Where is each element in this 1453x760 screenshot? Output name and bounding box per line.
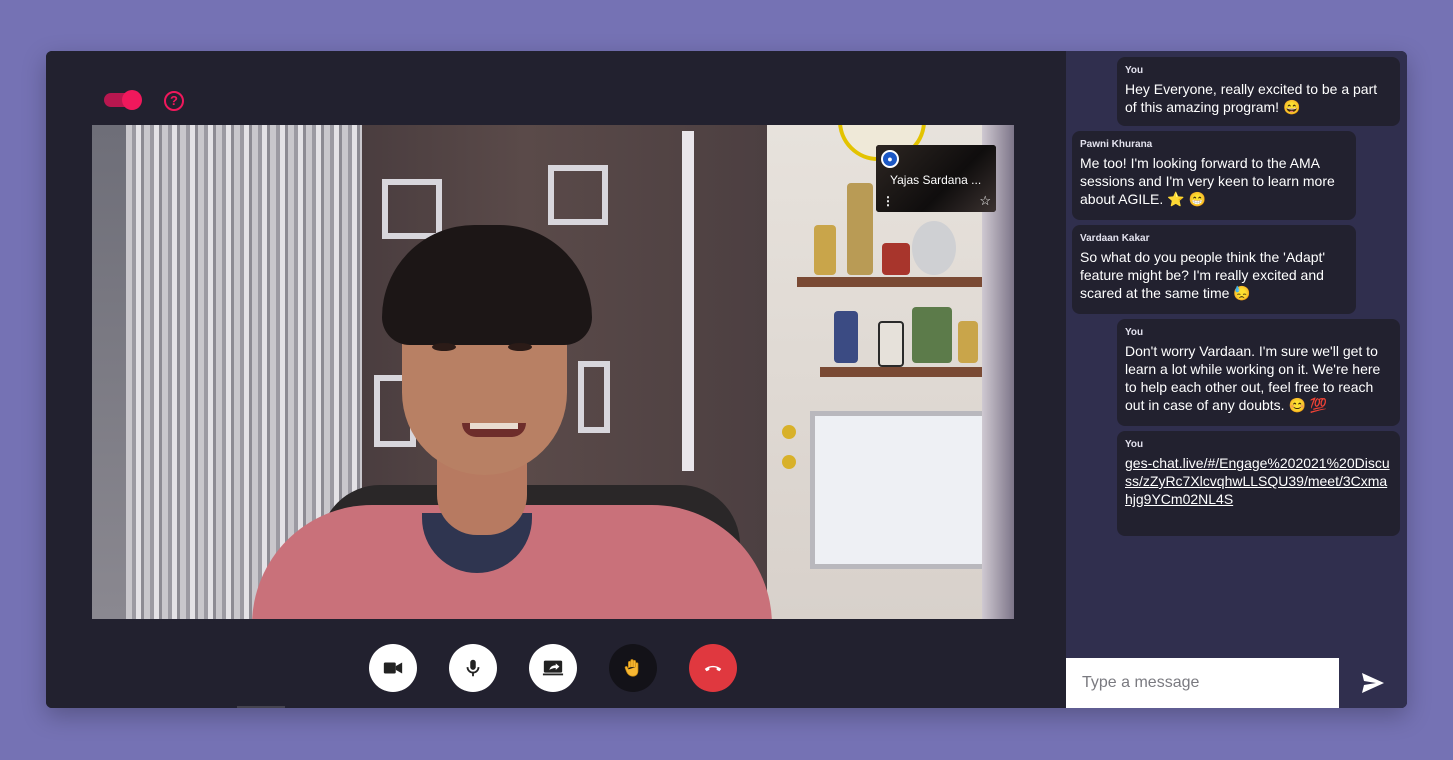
wardrobe-panel xyxy=(548,165,608,225)
chat-message: Vardaan Kakar So what do you people thin… xyxy=(1072,225,1356,314)
send-icon xyxy=(1362,673,1384,693)
meeting-link[interactable]: ges-chat.live/#/Engage%202021%20Discuss/… xyxy=(1125,455,1390,507)
shelf xyxy=(820,367,982,377)
person-mouth xyxy=(462,423,526,437)
wardrobe-panel xyxy=(578,361,610,433)
camera-button[interactable] xyxy=(369,644,417,692)
message-sender: You xyxy=(1125,65,1144,76)
trophy xyxy=(912,221,956,275)
person-badge-icon: ● xyxy=(881,150,899,168)
video-camera-icon xyxy=(383,662,403,674)
participant-tile[interactable]: ● Yajas Sardana ... ⋮ ☆ xyxy=(876,145,996,212)
message-text: Don't worry Vardaan. I'm sure we'll get … xyxy=(1125,343,1381,413)
raised-hand-icon xyxy=(624,659,639,677)
message-sender: Vardaan Kakar xyxy=(1080,233,1150,244)
message-sender: Pawni Khurana xyxy=(1080,139,1153,150)
share-screen-button[interactable] xyxy=(529,644,577,692)
message-sender: You xyxy=(1125,439,1144,450)
raise-hand-button[interactable] xyxy=(609,644,657,692)
chat-message-own: You Hey Everyone, really excited to be a… xyxy=(1117,57,1400,126)
medal xyxy=(782,455,796,469)
video-stripe xyxy=(682,131,694,471)
theme-toggle[interactable] xyxy=(104,90,142,110)
scrollbar[interactable] xyxy=(237,706,285,708)
message-link-wrap: ges-chat.live/#/Engage%202021%20Discuss/… xyxy=(1125,454,1392,508)
video-wall-left xyxy=(92,125,126,619)
end-call-button[interactable] xyxy=(689,644,737,692)
trophy xyxy=(878,321,904,367)
chat-panel: You Hey Everyone, really excited to be a… xyxy=(1066,51,1407,708)
participant-name: Yajas Sardana ... xyxy=(890,173,982,187)
send-button[interactable] xyxy=(1339,658,1407,708)
call-controls xyxy=(46,644,1066,692)
pin-star-icon[interactable]: ☆ xyxy=(979,193,991,209)
trophy xyxy=(847,183,873,275)
trophy xyxy=(834,311,858,363)
toggle-knob xyxy=(122,90,142,110)
whiteboard xyxy=(810,411,992,569)
message-text: Me too! I'm looking forward to the AMA s… xyxy=(1080,155,1335,207)
trophy xyxy=(912,307,952,363)
screen-share-icon xyxy=(542,660,564,676)
trophy xyxy=(958,321,978,363)
medal xyxy=(782,425,796,439)
message-text: So what do you people think the 'Adapt' … xyxy=(1080,249,1326,301)
wardrobe-panel xyxy=(382,179,442,239)
chat-message-own: You Don't worry Vardaan. I'm sure we'll … xyxy=(1117,319,1400,426)
phone-hangup-icon xyxy=(704,665,722,672)
person-eye xyxy=(508,343,532,351)
message-text: Hey Everyone, really excited to be a par… xyxy=(1125,81,1378,115)
meeting-app: ? ● Yajas Sardana ... ⋮ ☆ You Hey Everyo… xyxy=(46,51,1407,708)
trophy xyxy=(882,243,910,275)
mic-button[interactable] xyxy=(449,644,497,692)
chat-message-own: You ges-chat.live/#/Engage%202021%20Disc… xyxy=(1117,431,1400,536)
chat-message: Pawni Khurana Me too! I'm looking forwar… xyxy=(1072,131,1356,220)
shelf xyxy=(797,277,982,287)
microphone-icon xyxy=(466,659,480,677)
person-eye xyxy=(432,343,456,351)
help-icon[interactable]: ? xyxy=(164,91,184,111)
video-panel: ? ● Yajas Sardana ... ⋮ ☆ xyxy=(46,51,1066,708)
chat-messages: You Hey Everyone, really excited to be a… xyxy=(1066,51,1407,657)
message-sender: You xyxy=(1125,327,1144,338)
message-input[interactable] xyxy=(1066,658,1339,708)
chat-input-bar xyxy=(1066,658,1407,708)
main-video: ● Yajas Sardana ... ⋮ ☆ xyxy=(92,125,1014,619)
more-options-icon[interactable]: ⋮ xyxy=(882,194,894,208)
trophy xyxy=(814,225,836,275)
